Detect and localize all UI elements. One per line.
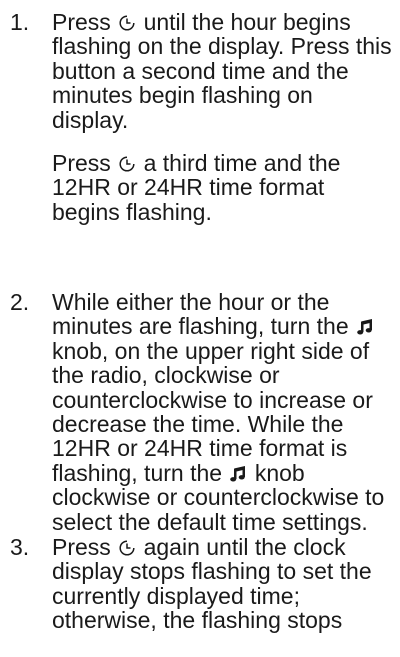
text-segment: Press <box>52 150 111 177</box>
clock-icon <box>118 155 136 173</box>
text-segment: Press <box>52 534 111 560</box>
clock-icon <box>118 539 136 557</box>
step-number: 2. <box>10 289 30 315</box>
instruction-page: 1. Press until the hour begins flashing … <box>0 0 400 657</box>
step-paragraph: Press again until the clock display stop… <box>52 535 392 633</box>
clock-icon <box>118 14 136 32</box>
step-paragraph: While either the hour or the minutes are… <box>52 290 392 534</box>
step-number: 3. <box>10 534 30 560</box>
step-body: Press again until the clock display stop… <box>52 535 392 633</box>
step-paragraph: Press until the hour begins flashing on … <box>52 10 392 132</box>
music-note-icon <box>229 465 247 483</box>
text-segment: knob, on the upper right side of the rad… <box>52 337 373 486</box>
music-note-icon <box>356 318 374 336</box>
text-segment: Press <box>52 9 111 35</box>
step-body: While either the hour or the minutes are… <box>52 290 392 534</box>
step-body: Press until the hour begins flashing on … <box>52 10 392 224</box>
step-number: 1. <box>10 9 30 35</box>
step-paragraph: Press a third time and the 12HR or 24HR … <box>52 151 392 224</box>
text-segment: While either the hour or the minutes are… <box>52 289 349 340</box>
